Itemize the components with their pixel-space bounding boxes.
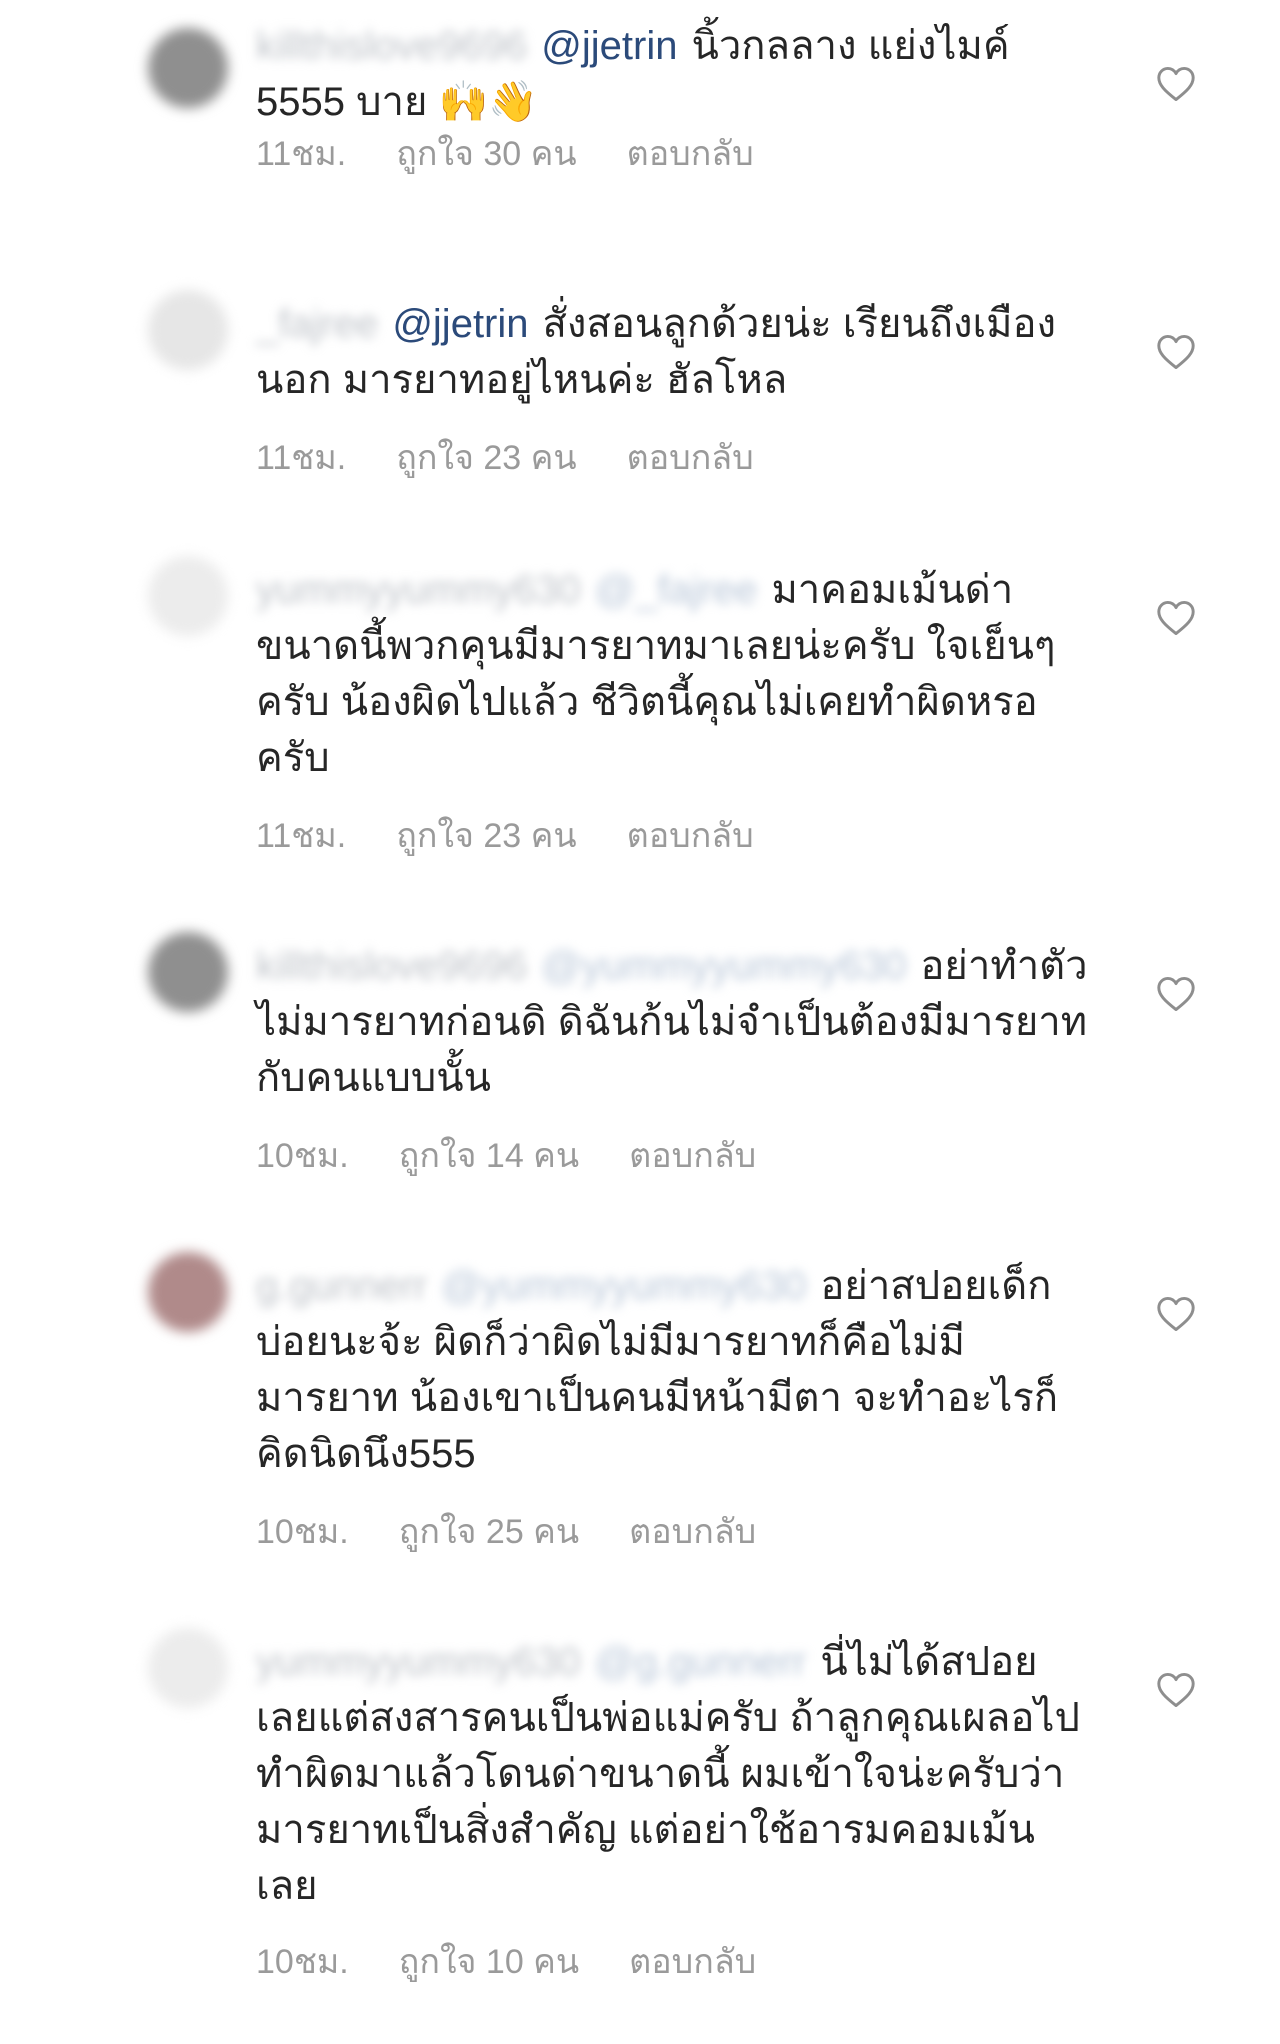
comment-likes[interactable]: ถูกใจ 23 คน bbox=[396, 808, 576, 862]
reply-button[interactable]: ตอบกลับ bbox=[629, 1504, 756, 1558]
avatar[interactable] bbox=[148, 28, 228, 108]
comment-body: yummyyummy630 @_fajree มาคอมเม้นด่าขนาดนี้… bbox=[256, 562, 1096, 786]
comment-body: yummyyummy630 @g.gunnerr นี่ไม่ได้สปอยเลยแ… bbox=[256, 1634, 1096, 1914]
comment-likes[interactable]: ถูกใจ 14 คน bbox=[399, 1128, 579, 1182]
comment-meta: 11ชม. ถูกใจ 23 คน ตอบกลับ bbox=[256, 430, 754, 484]
comment-likes[interactable]: ถูกใจ 25 คน bbox=[399, 1504, 579, 1558]
comment-username[interactable]: g.gunnerr bbox=[256, 1264, 427, 1308]
comments-list: killthislove9696 @jjetrin นิ้วกลลาง แย่งไม… bbox=[0, 0, 1280, 2044]
heart-icon[interactable] bbox=[1156, 976, 1196, 1012]
comment-time: 11ชม. bbox=[256, 439, 347, 477]
comment-username[interactable]: yummyyummy630 bbox=[256, 1640, 581, 1684]
comment-mention[interactable]: @yummyyummy630 bbox=[441, 1264, 806, 1308]
comment-likes[interactable]: ถูกใจ 23 คน bbox=[396, 430, 576, 484]
comment-body: g.gunnerr @yummyyummy630 อย่าสปอยเด็กบ่อยน… bbox=[256, 1258, 1096, 1482]
comment-time: 10ชม. bbox=[256, 1513, 349, 1551]
comment-likes[interactable]: ถูกใจ 10 คน bbox=[399, 1934, 579, 1988]
reply-button[interactable]: ตอบกลับ bbox=[627, 126, 754, 180]
comment-mention[interactable]: @_fajree bbox=[595, 568, 758, 612]
comment-meta: 10ชม. ถูกใจ 10 คน ตอบกลับ bbox=[256, 1934, 756, 1988]
avatar[interactable] bbox=[148, 290, 228, 370]
comment-mention[interactable]: @g.gunnerr bbox=[595, 1640, 807, 1684]
comment-body: killthislove9696 @jjetrin นิ้วกลลาง แย่งไม… bbox=[256, 18, 1096, 130]
avatar[interactable] bbox=[148, 932, 228, 1012]
avatar[interactable] bbox=[148, 556, 228, 636]
comment-time: 10ชม. bbox=[256, 1943, 349, 1981]
heart-icon[interactable] bbox=[1156, 1296, 1196, 1332]
avatar[interactable] bbox=[148, 1252, 228, 1332]
comment-username[interactable]: killthislove9696 bbox=[256, 24, 527, 68]
comment-meta: 10ชม. ถูกใจ 14 คน ตอบกลับ bbox=[256, 1128, 756, 1182]
comment-mention[interactable]: @jjetrin bbox=[392, 302, 528, 346]
reply-button[interactable]: ตอบกลับ bbox=[629, 1128, 756, 1182]
heart-icon[interactable] bbox=[1156, 334, 1196, 370]
comment-time: 11ชม. bbox=[256, 817, 347, 855]
comment-time: 11ชม. bbox=[256, 135, 347, 173]
comment-meta: 10ชม. ถูกใจ 25 คน ตอบกลับ bbox=[256, 1504, 756, 1558]
comment-username[interactable]: yummyyummy630 bbox=[256, 568, 581, 612]
comment-mention[interactable]: @jjetrin bbox=[541, 24, 677, 68]
heart-icon[interactable] bbox=[1156, 66, 1196, 102]
comment-username[interactable]: killthislove9696 bbox=[256, 944, 527, 988]
reply-button[interactable]: ตอบกลับ bbox=[629, 1934, 756, 1988]
comment-meta: 11ชม. ถูกใจ 23 คน ตอบกลับ bbox=[256, 808, 754, 862]
comment-likes[interactable]: ถูกใจ 30 คน bbox=[396, 126, 576, 180]
comment-username[interactable]: _fajree bbox=[256, 302, 378, 346]
comment-meta: 11ชม. ถูกใจ 30 คน ตอบกลับ bbox=[256, 126, 754, 180]
comment-body: killthislove9696 @yummyyummy630 อย่าทำตัวไ… bbox=[256, 938, 1096, 1106]
heart-icon[interactable] bbox=[1156, 600, 1196, 636]
comment-time: 10ชม. bbox=[256, 1137, 349, 1175]
avatar[interactable] bbox=[148, 1628, 228, 1708]
heart-icon[interactable] bbox=[1156, 1672, 1196, 1708]
reply-button[interactable]: ตอบกลับ bbox=[627, 430, 754, 484]
comment-mention[interactable]: @yummyyummy630 bbox=[541, 944, 906, 988]
comment-body: _fajree @jjetrin สั่งสอนลูกด้วยน่ะ เรียนถึ… bbox=[256, 296, 1096, 408]
reply-button[interactable]: ตอบกลับ bbox=[627, 808, 754, 862]
